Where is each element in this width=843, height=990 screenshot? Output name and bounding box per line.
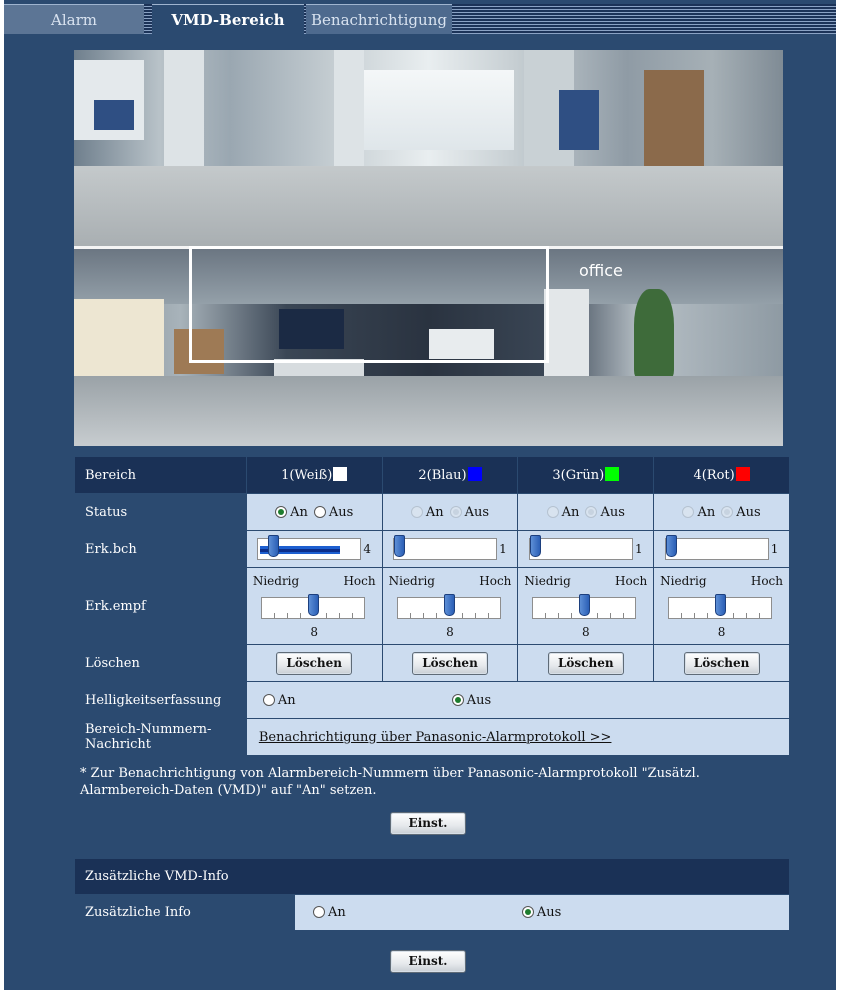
status-area-4: An Aus <box>653 493 790 531</box>
set-button-2[interactable]: Einst. <box>390 950 466 973</box>
set-button[interactable]: Einst. <box>390 812 466 835</box>
delete-area-4-button[interactable]: Löschen <box>683 651 760 675</box>
detection-size-4-slider[interactable] <box>664 535 769 560</box>
sensitivity-area-1: Niedrig Hoch 8 <box>245 567 383 645</box>
area-3-color-swatch <box>605 467 620 481</box>
status-2-on-radio: An <box>410 505 444 520</box>
area-4-header: 4(Rot) <box>653 456 790 494</box>
status-1-off-radio[interactable]: Aus <box>313 505 353 520</box>
detection-size-area-2: 1 <box>381 530 519 568</box>
area-number-message-cell: Benachrichtigung über Panasonic-Alarmpro… <box>245 718 791 756</box>
status-2-off-radio: Aus <box>449 505 489 520</box>
area-4-color-swatch <box>735 467 750 481</box>
vmd-area-1-box[interactable] <box>189 246 549 363</box>
delete-area-4: Löschen <box>653 644 790 682</box>
delete-area-1-button[interactable]: Löschen <box>276 651 353 675</box>
tab-notification[interactable]: Benachrichtigung <box>306 4 452 34</box>
extra-info-off-radio[interactable]: Aus <box>521 905 561 920</box>
area-1-color-swatch <box>333 467 348 481</box>
area-number-message-label: Bereich-Nummern-Nachricht <box>74 718 247 756</box>
delete-area-2-button[interactable]: Löschen <box>412 651 488 675</box>
extra-info-label: Zusätzliche Info <box>74 894 295 931</box>
brightness-label: Helligkeitserfassung <box>74 681 247 719</box>
area-1-header: 1(Weiß) <box>245 456 383 494</box>
area-number-note: * Zur Benachrichtigung von Alarmbereich-… <box>80 766 700 798</box>
status-3-on-radio: An <box>546 505 579 520</box>
brightness-off-radio[interactable]: Aus <box>451 693 491 708</box>
sensitivity-area-4: Niedrig Hoch 8 <box>653 567 790 645</box>
delete-area-3: Löschen <box>517 644 655 682</box>
office-sign: office <box>579 261 623 280</box>
detection-size-1-slider[interactable] <box>257 535 362 560</box>
tab-alarm[interactable]: Alarm <box>4 4 144 34</box>
area-3-header: 3(Grün) <box>517 456 655 494</box>
extra-info-options: An Aus <box>294 894 790 931</box>
area-2-header: 2(Blau) <box>381 456 519 494</box>
page: Alarm VMD-Bereich Benachrichtigung offic… <box>4 0 836 990</box>
area-row-label: Bereich <box>74 456 247 494</box>
detection-size-2-slider[interactable] <box>393 535 498 560</box>
detection-size-label: Erk.bch <box>74 530 247 568</box>
status-label: Status <box>74 493 247 531</box>
vmd-settings-table: Bereich 1(Weiß) 2(Blau) 3(Grün) 4(Rot) S… <box>74 456 791 756</box>
brightness-options: An Aus <box>245 681 791 719</box>
tab-vmd-area[interactable]: VMD-Bereich <box>152 4 304 34</box>
status-area-1: An Aus <box>245 493 383 531</box>
sensitivity-3-slider[interactable] <box>532 594 637 619</box>
detection-size-area-3: 1 <box>517 530 655 568</box>
alarm-protocol-link[interactable]: Benachrichtigung über Panasonic-Alarmpro… <box>259 730 612 745</box>
delete-area-2: Löschen <box>381 644 519 682</box>
area-2-color-swatch <box>467 467 482 481</box>
detection-size-3-slider[interactable] <box>528 535 633 560</box>
detection-size-area-4: 1 <box>653 530 790 568</box>
sensitivity-label: Erk.empf <box>74 567 247 645</box>
sensitivity-4-slider[interactable] <box>668 594 773 619</box>
sensitivity-1-slider[interactable] <box>260 594 365 619</box>
extra-info-on-radio[interactable]: An <box>313 905 346 920</box>
delete-area-3-button[interactable]: Löschen <box>547 651 624 675</box>
extra-vmd-info-title: Zusätzliche VMD-Info <box>74 858 790 895</box>
status-4-on-radio: An <box>682 505 715 520</box>
detection-size-area-1: 4 <box>245 530 383 568</box>
sensitivity-area-2: Niedrig Hoch 8 <box>381 567 519 645</box>
brightness-on-radio[interactable]: An <box>262 693 296 708</box>
status-4-off-radio: Aus <box>721 505 761 520</box>
status-1-on-radio[interactable]: An <box>275 505 308 520</box>
camera-panorama-top <box>74 50 783 246</box>
extra-vmd-info-table: Zusätzliche VMD-Info Zusätzliche Info An… <box>74 858 790 931</box>
delete-label: Löschen <box>74 644 247 682</box>
sensitivity-2-slider[interactable] <box>396 594 501 619</box>
status-area-2: An Aus <box>381 493 519 531</box>
delete-area-1: Löschen <box>245 644 383 682</box>
status-area-3: An Aus <box>517 493 655 531</box>
sensitivity-area-3: Niedrig Hoch 8 <box>517 567 655 645</box>
status-3-off-radio: Aus <box>585 505 625 520</box>
